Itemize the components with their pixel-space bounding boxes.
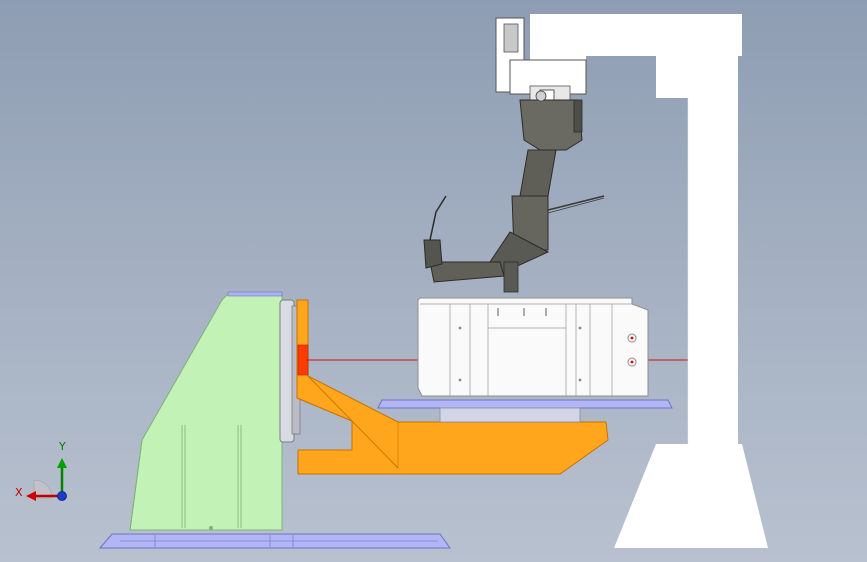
workpiece-base-plate[interactable] [377, 399, 673, 423]
x-axis-label: X [15, 486, 23, 499]
robot-arm[interactable] [423, 90, 605, 293]
assembly-scene[interactable] [0, 0, 867, 562]
coordinate-triad-icon: X Y [14, 440, 78, 510]
cad-viewport[interactable]: X Y [0, 0, 867, 562]
workpiece-block[interactable] [417, 297, 649, 397]
y-axis-label: Y [59, 440, 66, 453]
positioner-frame[interactable] [129, 291, 283, 531]
positioner-base-plate[interactable] [98, 533, 451, 549]
triad-graphic [26, 458, 67, 501]
